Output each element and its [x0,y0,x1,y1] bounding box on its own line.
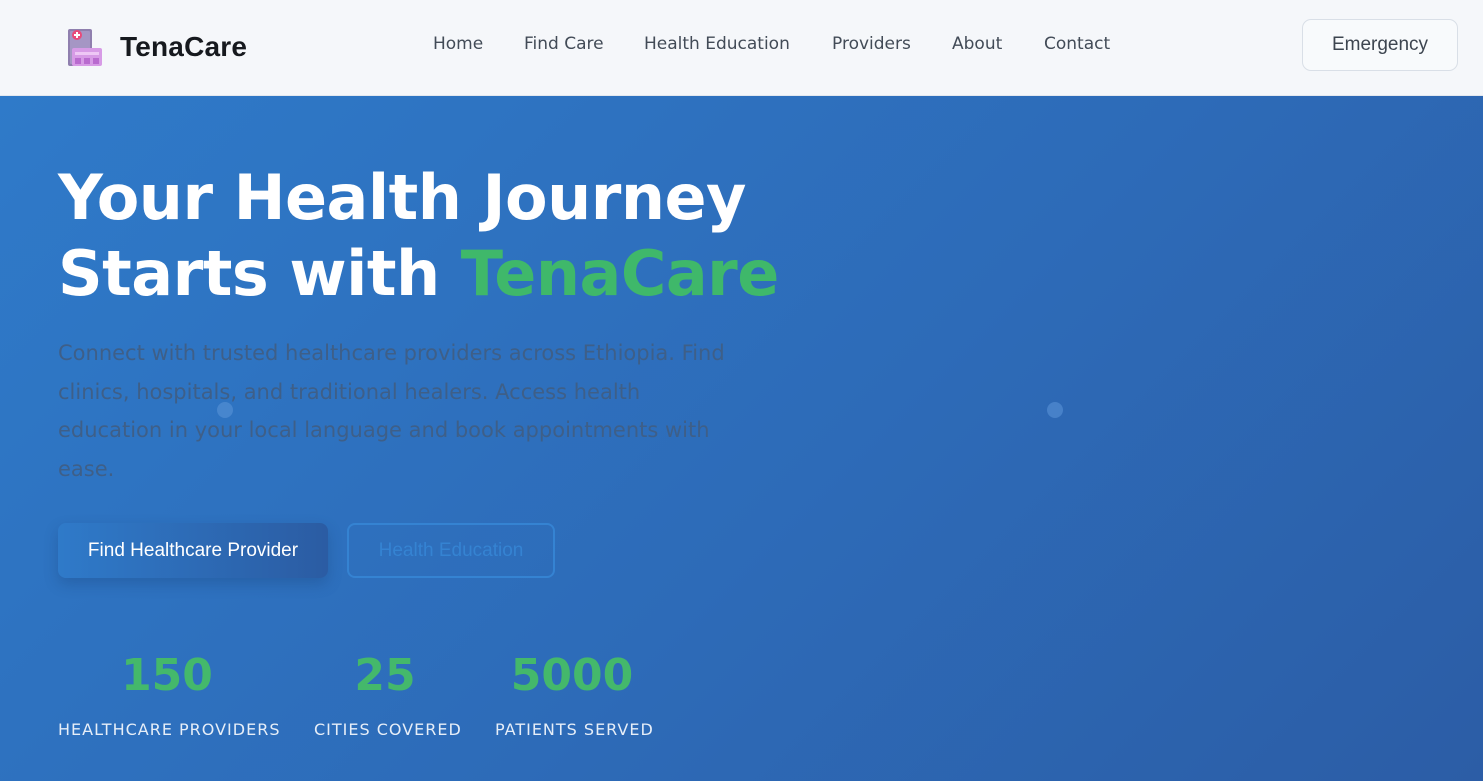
nav-link-health-education[interactable]: Health Education [644,34,790,54]
stat-cities: 25 CITIES COVERED [314,648,462,739]
stat-label: PATIENTS SERVED [495,720,654,739]
decorative-dot [1047,402,1063,418]
emergency-button[interactable]: Emergency [1302,19,1458,71]
main-nav: Home Find Care Health Education Provider… [0,34,1483,60]
stat-value: 25 [354,650,416,701]
hero-title-line1: Your Health Journey [58,161,746,234]
top-navbar: TenaCare Home Find Care Health Education… [0,0,1483,96]
hero-title-accent: TenaCare [460,237,780,310]
find-healthcare-provider-button[interactable]: Find Healthcare Provider [58,523,328,578]
stat-value: 5000 [510,650,634,701]
nav-link-providers[interactable]: Providers [832,34,911,54]
hero-title: Your Health Journey Starts with TenaCare [58,160,818,312]
stat-label: CITIES COVERED [314,720,462,739]
nav-link-home[interactable]: Home [433,34,483,54]
stat-value: 150 [121,650,213,701]
nav-link-contact[interactable]: Contact [1044,34,1110,54]
stat-providers: 150 HEALTHCARE PROVIDERS [58,648,281,739]
hero-title-prefix: Starts with [58,237,461,310]
hero-description: Connect with trusted healthcare provider… [58,341,725,481]
stat-label: HEALTHCARE PROVIDERS [58,720,281,739]
nav-link-about[interactable]: About [952,34,1002,54]
health-education-button[interactable]: Health Education [347,523,555,578]
stat-patients: 5000 PATIENTS SERVED [495,648,654,739]
nav-link-find-care[interactable]: Find Care [524,34,604,54]
hero-section: Your Health Journey Starts with TenaCare… [0,96,1483,781]
